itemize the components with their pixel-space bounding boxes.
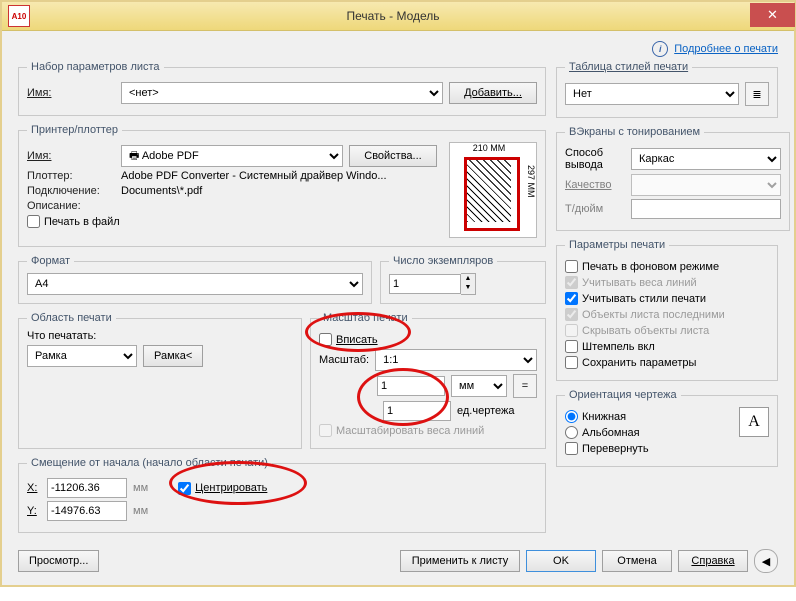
printer-properties-button[interactable]: Свойства...	[349, 145, 437, 167]
print-to-file-label: Печать в файл	[44, 216, 120, 228]
paper-preview: 210 MM 297 MM	[449, 142, 537, 238]
opt-plot-styles-checkbox[interactable]	[565, 292, 578, 305]
plot-style-legend: Таблица стилей печати	[565, 61, 692, 73]
offset-x-label: X:	[27, 482, 41, 494]
page-set-name-label: Имя:	[27, 87, 115, 99]
paper-size-legend: Формат	[27, 255, 74, 267]
info-icon: i	[652, 41, 668, 57]
offset-y-label: Y:	[27, 505, 41, 517]
scale-units-select[interactable]: мм	[451, 375, 507, 397]
orientation-legend: Ориентация чертежа	[565, 389, 681, 401]
scale-lineweights-label: Масштабировать веса линий	[336, 425, 484, 437]
copies-input[interactable]	[389, 274, 461, 294]
paper-size-select[interactable]: A4	[27, 273, 363, 295]
opt-background-checkbox[interactable]	[565, 260, 578, 273]
description-label: Описание:	[27, 200, 115, 212]
opt-stamp-checkbox[interactable]	[565, 340, 578, 353]
window-title: Печать - Модель	[36, 9, 750, 23]
paper-width-label: 210 MM	[464, 143, 514, 153]
printer-group: Принтер/плоттер Имя: 🖶 Adobe PDF Свойств…	[18, 124, 546, 247]
plot-style-group: Таблица стилей печати Нет ≣	[556, 61, 778, 118]
shade-mode-label: Способ вывода	[565, 147, 625, 171]
offset-x-unit: мм	[133, 482, 148, 494]
plot-scale-legend: Масштаб печати	[319, 312, 412, 324]
shaded-viewport-group: ВЭкраны с тонированием Способ вывода Карк…	[556, 126, 790, 231]
dpi-input	[631, 199, 781, 219]
help-button[interactable]: Справка	[678, 550, 748, 572]
copies-spinner[interactable]: ▲▼	[461, 273, 476, 295]
spin-down-icon[interactable]: ▼	[461, 283, 475, 292]
page-set-group: Набор параметров листа Имя: <нет> Добави…	[18, 61, 546, 116]
plot-offset-group: Смещение от начала (начало области печат…	[18, 457, 546, 533]
drawing-units-label: ед.чертежа	[457, 405, 537, 417]
plot-area-select[interactable]: Рамка	[27, 345, 137, 367]
center-plot-checkbox[interactable]	[178, 482, 191, 495]
plot-scale-group: Масштаб печати Вписать Масштаб: 1:1 мм =	[310, 312, 546, 449]
shade-mode-select[interactable]: Каркас	[631, 148, 781, 170]
center-plot-label: Центрировать	[195, 482, 267, 494]
offset-x-input[interactable]	[47, 478, 127, 498]
orientation-portrait-radio[interactable]	[565, 410, 578, 423]
paper-size-group: Формат A4	[18, 255, 372, 304]
opt-hide-objects-checkbox	[565, 324, 578, 337]
connection-label: Подключение:	[27, 185, 115, 197]
opt-paperspace-last-checkbox	[565, 308, 578, 321]
quality-label: Качество	[565, 179, 625, 191]
ok-button[interactable]: OK	[526, 550, 596, 572]
plot-area-group: Область печати Что печатать: Рамка Рамка…	[18, 312, 302, 449]
orientation-icon: A	[739, 407, 769, 437]
plot-style-select[interactable]: Нет	[565, 83, 739, 105]
fit-to-paper-label: Вписать	[336, 334, 378, 346]
plot-area-legend: Область печати	[27, 312, 116, 324]
printer-name-label: Имя:	[27, 150, 115, 162]
scale-select[interactable]: 1:1	[375, 349, 537, 371]
dpi-label: Т/дюйм	[565, 203, 625, 215]
cancel-button[interactable]: Отмена	[602, 550, 672, 572]
plot-options-group: Параметры печати Печать в фоновом режиме…	[556, 239, 778, 381]
opt-save-checkbox[interactable]	[565, 356, 578, 369]
shaded-viewport-legend: ВЭкраны с тонированием	[565, 126, 704, 138]
apply-to-layout-button[interactable]: Применить к листу	[400, 550, 520, 572]
plot-offset-legend: Смещение от начала (начало области печат…	[27, 457, 272, 469]
what-to-plot-label: Что печатать:	[27, 330, 293, 342]
page-set-name-select[interactable]: <нет>	[121, 82, 443, 104]
copies-group: Число экземпляров ▲▼	[380, 255, 546, 304]
scale-paper-input[interactable]	[377, 376, 445, 396]
plot-options-legend: Параметры печати	[565, 239, 669, 251]
orientation-group: Ориентация чертежа Книжная Альбомная Пер…	[556, 389, 778, 467]
plotter-label: Плоттер:	[27, 170, 115, 182]
opt-lineweights-checkbox	[565, 276, 578, 289]
scale-label: Масштаб:	[319, 354, 369, 366]
offset-y-unit: мм	[133, 505, 148, 517]
add-page-set-button[interactable]: Добавить...	[449, 82, 537, 104]
plotter-value: Adobe PDF Converter - Системный драйвер …	[121, 170, 387, 182]
app-icon: A10	[8, 5, 30, 27]
titlebar: A10 Печать - Модель ✕	[2, 2, 794, 31]
orientation-reverse-checkbox[interactable]	[565, 442, 578, 455]
printer-name-select[interactable]: 🖶 Adobe PDF	[121, 145, 343, 167]
paper-height-label: 297 MM	[526, 165, 536, 198]
preview-button[interactable]: Просмотр...	[18, 550, 99, 572]
spin-up-icon[interactable]: ▲	[461, 274, 475, 283]
scale-equals-icon: =	[513, 374, 537, 398]
expand-button[interactable]: ◀	[754, 549, 778, 573]
plot-style-edit-button[interactable]: ≣	[745, 82, 769, 106]
copies-legend: Число экземпляров	[389, 255, 497, 267]
orientation-landscape-radio[interactable]	[565, 426, 578, 439]
connection-value: Documents\*.pdf	[121, 185, 202, 197]
page-set-legend: Набор параметров листа	[27, 61, 164, 73]
print-to-file-checkbox[interactable]	[27, 215, 40, 228]
quality-select	[631, 174, 781, 196]
close-button[interactable]: ✕	[750, 3, 795, 27]
scale-drawing-input[interactable]	[383, 401, 451, 421]
scale-lineweights-checkbox	[319, 424, 332, 437]
print-dialog: A10 Печать - Модель ✕ i Подробнее о печа…	[0, 0, 796, 587]
fit-to-paper-checkbox[interactable]	[319, 333, 332, 346]
help-link[interactable]: Подробнее о печати	[674, 43, 778, 55]
offset-y-input[interactable]	[47, 501, 127, 521]
printer-legend: Принтер/плоттер	[27, 124, 122, 136]
window-pick-button[interactable]: Рамка<	[143, 345, 203, 367]
